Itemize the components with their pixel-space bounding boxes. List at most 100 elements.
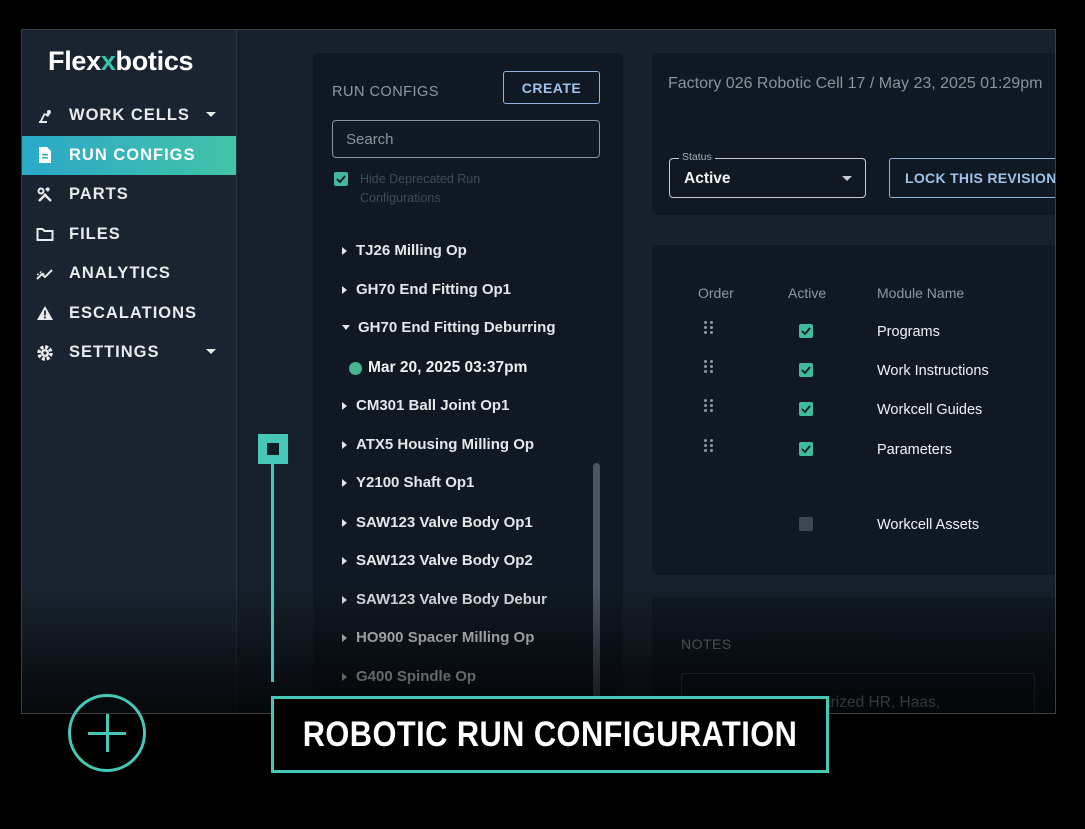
check-icon xyxy=(801,366,811,374)
list-item[interactable]: SAW123 Valve Body Op1 xyxy=(342,514,533,531)
document-icon xyxy=(36,146,54,164)
notes-title: NOTES xyxy=(681,636,732,652)
warning-icon xyxy=(36,304,54,322)
search-input[interactable] xyxy=(332,120,600,158)
revision-header-panel: Factory 026 Robotic Cell 17 / May 23, 20… xyxy=(652,53,1055,215)
list-item[interactable]: ATX5 Housing Milling Op xyxy=(342,436,534,453)
callout-marker xyxy=(258,434,288,464)
notes-text: arized HR, Haas, xyxy=(822,694,941,711)
table-row: Work Instructions xyxy=(652,360,1055,386)
table-row: Parameters xyxy=(652,439,1055,465)
gear-icon xyxy=(36,344,54,362)
chevron-right-icon xyxy=(342,595,347,604)
sidebar-item-label: FILES xyxy=(69,224,121,243)
chevron-right-icon xyxy=(342,556,347,565)
breadcrumb: Factory 026 Robotic Cell 17 / May 23, 20… xyxy=(668,75,1043,92)
chevron-right-icon xyxy=(342,518,347,527)
sidebar-item-label: WORK CELLS xyxy=(69,106,190,125)
drag-handle-icon[interactable] xyxy=(704,360,713,373)
sidebar-item-label: ANALYTICS xyxy=(69,264,171,283)
revision-item[interactable]: Mar 20, 2025 03:37pm xyxy=(349,359,527,377)
folder-icon xyxy=(36,225,54,243)
app-window: Flexxbotics WORK CELLS RUN CONFIGS PARTS xyxy=(21,29,1056,714)
sidebar-item-analytics[interactable]: ANALYTICS xyxy=(22,254,236,294)
analytics-icon xyxy=(36,265,54,283)
check-icon xyxy=(801,327,811,335)
caption-text: ROBOTIC RUN CONFIGURATION xyxy=(302,714,798,754)
sidebar-item-label: ESCALATIONS xyxy=(69,303,198,322)
hide-deprecated-checkbox[interactable] xyxy=(334,172,348,186)
status-value: Active xyxy=(684,170,731,187)
sidebar-item-run-configs[interactable]: RUN CONFIGS xyxy=(22,135,236,175)
chevron-down-icon xyxy=(342,325,350,330)
chevron-right-icon xyxy=(342,285,347,294)
sidebar: Flexxbotics WORK CELLS RUN CONFIGS PARTS xyxy=(22,30,237,713)
module-active-checkbox[interactable] xyxy=(799,442,813,456)
column-header-order: Order xyxy=(698,285,734,301)
drag-handle-icon[interactable] xyxy=(704,321,713,334)
sidebar-item-parts[interactable]: PARTS xyxy=(22,175,236,215)
active-status-dot xyxy=(349,361,362,375)
list-item[interactable]: TJ26 Milling Op xyxy=(342,242,467,259)
list-item[interactable]: G400 Spindle Op xyxy=(342,668,476,685)
robot-arm-icon xyxy=(36,107,54,125)
module-name: Parameters xyxy=(877,442,952,458)
module-name: Programs xyxy=(877,324,940,340)
module-name: Workcell Assets xyxy=(877,517,980,533)
list-item[interactable]: SAW123 Valve Body Op2 xyxy=(342,552,533,569)
drag-handle-icon[interactable] xyxy=(704,439,713,452)
list-item[interactable]: HO900 Spacer Milling Op xyxy=(342,629,534,646)
hide-deprecated-row: Hide Deprecated Run Configurations xyxy=(334,172,530,208)
list-item[interactable]: Y2100 Shaft Op1 xyxy=(342,474,474,491)
sidebar-item-label: RUN CONFIGS xyxy=(69,145,196,164)
callout-line xyxy=(271,464,274,682)
sidebar-item-escalations[interactable]: ESCALATIONS xyxy=(22,294,236,334)
list-item[interactable]: GH70 End Fitting Op1 xyxy=(342,281,511,298)
check-icon xyxy=(801,445,811,453)
sidebar-item-settings[interactable]: SETTINGS xyxy=(22,333,236,373)
check-icon xyxy=(801,405,811,413)
sidebar-nav: WORK CELLS RUN CONFIGS PARTS FILES ANALY… xyxy=(22,96,236,373)
create-button[interactable]: CREATE xyxy=(503,71,600,104)
list-item[interactable]: CM301 Ball Joint Op1 xyxy=(342,397,509,414)
sidebar-item-files[interactable]: FILES xyxy=(22,215,236,255)
chevron-down-icon xyxy=(206,112,216,117)
chevron-down-icon xyxy=(206,349,216,354)
chevron-right-icon xyxy=(342,633,347,642)
column-header-active: Active xyxy=(788,285,827,301)
list-item[interactable]: SAW123 Valve Body Debur xyxy=(342,591,547,608)
status-select[interactable]: Status Active xyxy=(669,151,866,198)
status-label: Status xyxy=(679,151,715,163)
modules-panel: Order Active Module Name Programs Work I… xyxy=(652,245,1055,575)
column-header-module-name: Module Name xyxy=(877,285,965,301)
sidebar-item-label: PARTS xyxy=(69,185,129,204)
sidebar-item-work-cells[interactable]: WORK CELLS xyxy=(22,96,236,136)
scrollbar[interactable] xyxy=(593,463,600,713)
chevron-right-icon xyxy=(342,478,347,487)
chevron-down-icon xyxy=(842,176,852,181)
feature-caption: ROBOTIC RUN CONFIGURATION xyxy=(271,696,829,773)
plus-circle-icon[interactable] xyxy=(68,694,146,772)
table-row: Workcell Assets xyxy=(652,514,1055,540)
module-active-checkbox[interactable] xyxy=(799,363,813,377)
chevron-right-icon xyxy=(342,401,347,410)
table-row: Workcell Guides xyxy=(652,399,1055,425)
module-active-checkbox[interactable] xyxy=(799,402,813,416)
module-name: Work Instructions xyxy=(877,363,989,379)
hide-deprecated-label: Hide Deprecated Run Configurations xyxy=(360,172,481,205)
tools-icon xyxy=(36,186,54,204)
module-active-checkbox[interactable] xyxy=(799,517,813,531)
table-row: Programs xyxy=(652,321,1055,347)
sidebar-item-label: SETTINGS xyxy=(69,343,160,362)
chevron-right-icon xyxy=(342,246,347,255)
chevron-right-icon xyxy=(342,440,347,449)
lock-revision-button[interactable]: LOCK THIS REVISION xyxy=(889,158,1055,198)
logo: Flexxbotics xyxy=(48,46,194,76)
run-configs-panel: RUN CONFIGS CREATE Hide Deprecated Run C… xyxy=(313,53,623,713)
chevron-right-icon xyxy=(342,672,347,681)
list-item[interactable]: GH70 End Fitting Deburring xyxy=(342,319,556,336)
module-active-checkbox[interactable] xyxy=(799,324,813,338)
panel-title: RUN CONFIGS xyxy=(332,84,439,100)
module-name: Workcell Guides xyxy=(877,402,983,418)
drag-handle-icon[interactable] xyxy=(704,399,713,412)
